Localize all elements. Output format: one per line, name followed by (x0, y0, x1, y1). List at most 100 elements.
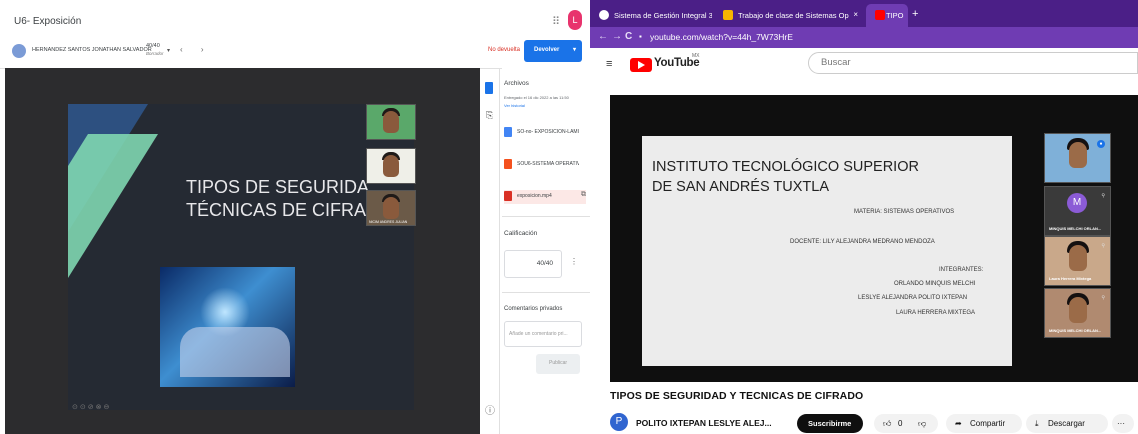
cam-face (383, 197, 399, 219)
slide-docente: DOCENTE: LILY ALEJANDRA MEDRANO MENDOZA (790, 239, 935, 245)
mic-off-icon: ⚲ (1101, 243, 1105, 249)
video-file-icon (504, 191, 512, 201)
grade-value: 40/40 (536, 260, 553, 267)
tab-favicon (875, 10, 885, 20)
menu-icon[interactable]: ≡ (606, 58, 612, 70)
grade-status: Borrador (146, 51, 164, 56)
student-dropdown-icon[interactable]: ▾ (167, 47, 170, 54)
image-hand (180, 327, 290, 377)
grade-header: Calificación (504, 230, 538, 237)
files-tab-icon[interactable] (485, 82, 493, 94)
share-icon: ➦ (955, 419, 962, 428)
mic-off-icon: ⚲ (1101, 295, 1105, 301)
share-label: Compartir (970, 419, 1006, 428)
tab-title: Sistema de Gestión Integral 3 (614, 11, 712, 20)
video-title: TIPOS DE SEGURIDAD Y TECNICAS DE CIFRADO (610, 390, 864, 402)
publish-label: Publicar (549, 360, 568, 366)
lock-icon: ▪ (639, 32, 642, 41)
return-button[interactable]: Devolver ▾ (524, 40, 582, 62)
slide-stripe-green (68, 134, 158, 394)
reload-icon[interactable]: C (625, 31, 632, 42)
tab-sgi[interactable]: Sistema de Gestión Integral 3 (590, 4, 712, 27)
address-bar: ← → C ▪ youtube.com/watch?v=44h_7W73HrE (590, 27, 1138, 48)
webcam-tile-1 (366, 104, 416, 140)
slide-member: LAURA HERRERA MIXTEGA (896, 310, 976, 316)
webcam-tile-3: NICIM ANDRES JULIAN (366, 190, 416, 226)
cam-name: NICIM ANDRES JULIAN (369, 220, 408, 224)
file-item[interactable]: SOU6-SISTEMA OPERATIVO (504, 158, 586, 172)
more-icon: ··· (1117, 419, 1125, 428)
download-icon: ⤓ (1035, 419, 1039, 428)
participant-tile: ⚲ Laura Herrera Mixtega (1044, 236, 1111, 286)
tab-favicon (723, 10, 733, 20)
chevron-down-icon[interactable]: ▾ (573, 46, 576, 53)
new-tab-icon[interactable]: + (912, 8, 918, 20)
speaking-icon: ● (1097, 140, 1105, 148)
close-icon[interactable]: × (853, 10, 858, 19)
not-returned-status: No devuelta (488, 47, 521, 53)
file-name: SO-no- EXPOSICION-LAMINA (517, 129, 579, 135)
browser-window: Sistema de Gestión Integral 3 Trabajo de… (590, 0, 1138, 434)
share-button[interactable]: ➦ Compartir (946, 414, 1022, 433)
open-external-icon[interactable]: ⧉ (581, 191, 586, 199)
slide-title-line2: TÉCNICAS DE CIFRA (186, 200, 367, 220)
tab-classroom[interactable]: Trabajo de clase de Sistemas Op × (714, 4, 864, 27)
publish-button[interactable]: Publicar (536, 354, 580, 374)
participant-tile: M ⚲ MINQUIS MELCHI ORLAN... (1044, 186, 1111, 236)
classroom-window: U6- Exposición ⠿ L HERNANDEZ SANTOS JONA… (0, 0, 590, 434)
file-item[interactable]: SO-no- EXPOSICION-LAMINA (504, 126, 586, 140)
help-icon[interactable]: ⓘ (485, 402, 495, 417)
history-link[interactable]: Ver historial (504, 103, 525, 108)
tab-youtube-content[interactable]: TIPOS DE SEGURIDAD Y TÉC (866, 4, 908, 27)
files-header: Archivos (504, 80, 529, 87)
cam-face (383, 111, 399, 133)
subscribe-button[interactable]: Suscribirme (797, 414, 863, 433)
assignment-title: U6- Exposición (14, 16, 82, 27)
mic-off-icon: ⚲ (1101, 193, 1105, 199)
heading-line2: DE SAN ANDRÉS TUXTLA (652, 179, 830, 195)
cam-face (1069, 297, 1087, 323)
participant-name: MINQUIS MELCHI ORLAN... (1049, 328, 1102, 333)
side-rail: ⎘ ⓘ (480, 68, 500, 434)
more-vert-icon[interactable]: ⋮ (570, 257, 578, 266)
file-item-selected[interactable]: exposicion.mp4 ⧉ (504, 190, 586, 204)
apps-grid-icon[interactable]: ⠿ (552, 15, 560, 28)
slide-title-line1: TIPOS DE SEGURIDA (186, 177, 370, 197)
submitted-date: Entregado el 16 dic 2022 a las 11:50 (504, 95, 569, 100)
file-name: SOU6-SISTEMA OPERATIVO (517, 161, 579, 167)
cam-face (1069, 245, 1087, 271)
back-icon[interactable]: ← (598, 31, 608, 42)
viewer-controls[interactable]: ⊙⊙⊘⊗⊖ (72, 403, 111, 411)
comment-placeholder: Añade un comentario pri... (509, 331, 568, 337)
slide-materia: MATERIA: SISTEMAS OPERATIVOS (854, 209, 955, 215)
dislike-icon[interactable]: 👎︎ (918, 419, 926, 429)
student-name[interactable]: HERNANDEZ SANTOS JONATHAN SALVADOR (32, 47, 152, 53)
url-text[interactable]: youtube.com/watch?v=44h_7W73HrE (650, 32, 793, 42)
grade-input[interactable]: 40/40 (504, 250, 562, 278)
download-button[interactable]: ⤓ Descargar (1026, 414, 1108, 433)
youtube-logo-icon[interactable] (630, 58, 652, 72)
account-avatar[interactable]: L (568, 10, 582, 30)
region-code: MX (692, 53, 700, 59)
student-nav-arrows[interactable]: ‹ › (180, 45, 212, 54)
more-button[interactable]: ··· (1112, 414, 1134, 433)
tab-title: TIPOS DE SEGURIDAD Y TÉC (886, 11, 904, 20)
participant-avatar: M (1067, 193, 1087, 213)
comment-input[interactable]: Añade un comentario pri... (504, 321, 582, 347)
comments-header: Comentarios privados (504, 306, 563, 312)
student-avatar (12, 44, 26, 58)
tab-bar: Sistema de Gestión Integral 3 Trabajo de… (590, 0, 1138, 27)
download-label: Descargar (1048, 419, 1085, 428)
participant-tile: ⚲ MINQUIS MELCHI ORLAN... (1044, 288, 1111, 338)
channel-avatar[interactable]: P (610, 413, 628, 431)
like-icon[interactable]: 👍︎ (883, 419, 891, 429)
forward-icon[interactable]: → (612, 31, 622, 42)
divider (502, 216, 590, 217)
cam-face (1069, 142, 1087, 168)
slides-icon (504, 159, 512, 169)
search-input[interactable]: Buscar (808, 52, 1138, 74)
bookmark-icon[interactable]: ⎘ (486, 110, 493, 121)
tab-favicon (599, 10, 609, 20)
slide-title: TIPOS DE SEGURIDA TÉCNICAS DE CIFRA (186, 176, 369, 222)
channel-name[interactable]: POLITO IXTEPAN LESLYE ALEJ... (636, 418, 772, 428)
